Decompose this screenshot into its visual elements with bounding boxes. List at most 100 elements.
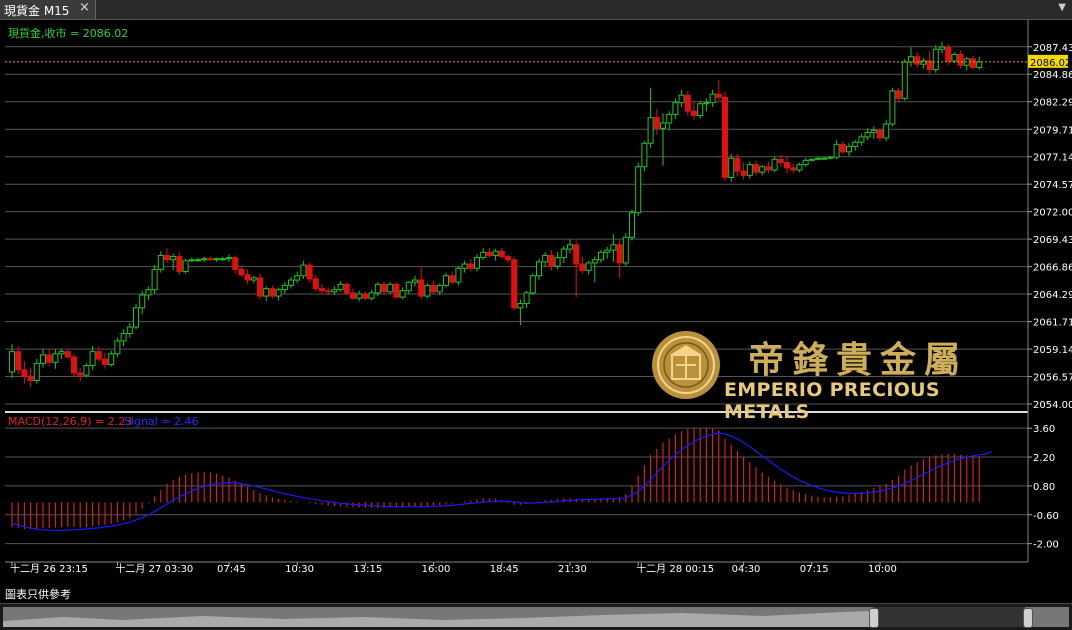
candle-down (319, 288, 325, 292)
price-tick-label: 2054.00 (1033, 400, 1072, 411)
candle-up (542, 254, 549, 263)
candle-down (784, 162, 790, 169)
candle-down (176, 256, 183, 272)
candle-up (201, 258, 208, 261)
candle-up (263, 288, 270, 297)
candle-up (591, 259, 598, 264)
candle-up (610, 244, 617, 251)
price-tick-label: 2069.43 (1033, 235, 1072, 246)
candle-up (678, 94, 685, 104)
candle-up (585, 262, 592, 271)
candle-down (467, 263, 474, 269)
logo: 帝鋒貴金屬 EMPERIO PRECIOUS METALS (650, 327, 1030, 423)
candle-up (213, 258, 220, 261)
candle-up (808, 158, 815, 161)
price-tick-label: 2059.14 (1033, 345, 1072, 356)
candle-down (381, 283, 387, 293)
candle-down (945, 46, 952, 62)
candle-down (722, 96, 728, 178)
close-icon[interactable]: × (79, 0, 90, 15)
candle-up (399, 290, 406, 298)
time-tick-label: 10:00 (868, 564, 897, 575)
candle-up (796, 164, 803, 171)
candle-up (833, 143, 840, 158)
candle-up (703, 102, 710, 105)
price-tick-label: 2082.29 (1033, 98, 1072, 109)
candle-up (523, 292, 530, 305)
time-tick-label: 10:30 (285, 564, 314, 575)
candle-up (275, 289, 282, 297)
candle-down (15, 351, 22, 371)
candle-up (709, 93, 716, 104)
time-tick-label: 07:45 (217, 564, 246, 575)
price-tick-label: 2061.71 (1033, 318, 1072, 329)
scroll-track[interactable] (3, 607, 1069, 628)
candle-up (536, 261, 542, 277)
candle-up (9, 351, 15, 373)
candle-up (889, 90, 896, 125)
tab-spot-gold-m15[interactable]: 現貨金 M15 × (0, 0, 96, 19)
candle-up (387, 283, 394, 293)
candle-up (560, 248, 567, 259)
price-tick-label: 2087.43 (1033, 43, 1072, 54)
candle-up (870, 129, 877, 134)
candle-up (424, 284, 431, 297)
scroll-handle-left[interactable] (869, 608, 879, 628)
price-tick-label: 2079.71 (1033, 125, 1072, 136)
macd-tick-label: 3.60 (1033, 424, 1055, 435)
candle-up (405, 281, 412, 292)
candle-up (219, 258, 226, 261)
candle-up (951, 54, 958, 62)
candle-up (195, 259, 201, 262)
candle-down (505, 256, 511, 261)
candle-up (771, 158, 778, 171)
candle-up (815, 157, 821, 160)
candle-up (728, 157, 735, 178)
candle-up (629, 212, 635, 238)
candle-up (443, 275, 449, 286)
candle-down (684, 94, 691, 112)
candle-up (114, 340, 121, 355)
candle-down (21, 369, 28, 377)
candle-up (412, 279, 418, 283)
candle-up (52, 353, 59, 363)
logo-english-text: EMPERIO PRECIOUS METALS (724, 379, 940, 423)
horizontal-scrollbar[interactable] (0, 603, 1072, 630)
candle-up (436, 284, 443, 293)
price-tick-label: 2056.57 (1033, 373, 1072, 384)
time-tick-label: 十二月 28 00:15 (636, 562, 714, 575)
candle-up (480, 251, 487, 259)
candle-down (573, 244, 580, 265)
candle-up (288, 279, 294, 286)
price-title: 現貨金,收市 = 2086.02 (8, 26, 128, 40)
candle-down (343, 283, 350, 294)
candle-up (139, 294, 146, 309)
candle-down (579, 263, 586, 271)
candle-up (151, 268, 158, 291)
candle-down (269, 288, 276, 297)
time-tick-label: 21:30 (558, 564, 587, 575)
chart-canvas[interactable]: 2087.43 2084.86 2082.29 2079.71 2077.14 2074.… (0, 20, 1072, 586)
candle-down (691, 110, 697, 116)
candle-down (957, 54, 964, 66)
candle-down (207, 258, 214, 261)
candle-down (839, 143, 846, 153)
candle-up (672, 102, 679, 115)
candle-up (58, 351, 65, 355)
scroll-handle-right[interactable] (1023, 608, 1033, 628)
candle-down (393, 283, 400, 298)
candle-up (852, 141, 859, 147)
candle-up (697, 103, 704, 116)
candle-up (250, 277, 257, 281)
candle-down (325, 290, 332, 293)
candle-down (877, 129, 883, 139)
time-tick-label: 13:15 (353, 564, 382, 575)
price-tick-label: 2064.29 (1033, 290, 1072, 301)
candle-down (895, 90, 902, 99)
candle-up (554, 257, 561, 267)
chevron-down-icon[interactable]: ▼ (1058, 2, 1066, 13)
logo-emblem-icon (652, 331, 720, 399)
candle-down (244, 274, 251, 281)
candle-down (740, 170, 747, 176)
tab-label: 現貨金 M15 (4, 4, 70, 18)
